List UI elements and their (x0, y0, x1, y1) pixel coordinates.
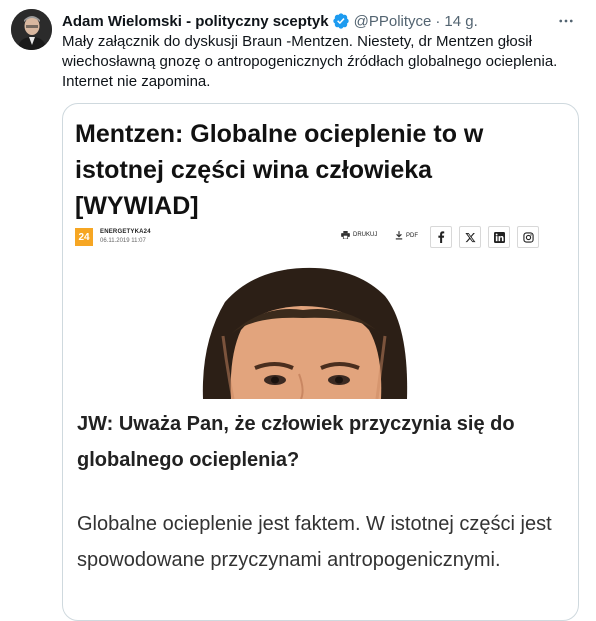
instagram-share-icon (517, 226, 539, 248)
energetyka24-logo: 24 (75, 228, 93, 246)
pdf-label: PDF (406, 232, 418, 239)
download-icon (395, 231, 403, 240)
article-title: Mentzen: Globalne ocieplenie to w istotn… (75, 120, 484, 220)
verified-badge-icon[interactable] (332, 12, 350, 30)
tweet[interactable]: Adam Wielomski - polityczny sceptyk @PPo… (0, 0, 596, 621)
x-share-icon (459, 226, 481, 248)
interview-question: JW: Uważa Pan, że człowiek przyczynia si… (77, 413, 515, 471)
dot-separator: · (435, 12, 441, 30)
source-name: ENERGETYKA24 (100, 229, 151, 235)
attached-article-image[interactable]: Mentzen: Globalne ocieplenie to w istotn… (62, 103, 579, 621)
more-options-icon[interactable] (556, 11, 576, 31)
avatar[interactable] (11, 9, 52, 50)
article-meta-bar: 24 ENERGETYKA24 06.11.2019 11:07 DRUKUJ … (75, 226, 555, 256)
pdf-button: PDF (395, 231, 418, 240)
print-button: DRUKUJ (341, 231, 377, 239)
print-label: DRUKUJ (353, 232, 378, 238)
article-photo (63, 264, 578, 399)
facebook-share-icon (430, 226, 452, 248)
author-handle[interactable]: @PPolityce (354, 13, 432, 30)
tweet-time[interactable]: 14 g. (444, 13, 477, 30)
linkedin-share-icon (488, 226, 510, 248)
interview-answer: Globalne ocieplenie jest faktem. W istot… (77, 513, 552, 571)
article-date: 06.11.2019 11:07 (100, 238, 146, 244)
printer-icon (341, 231, 350, 239)
author-name[interactable]: Adam Wielomski - polityczny sceptyk (62, 13, 329, 30)
avatar-photo (11, 9, 52, 50)
tweet-text: Mały załącznik do dyskusji Braun -Mentze… (62, 33, 558, 90)
tweet-header: Adam Wielomski - polityczny sceptyk @PPo… (62, 11, 576, 31)
